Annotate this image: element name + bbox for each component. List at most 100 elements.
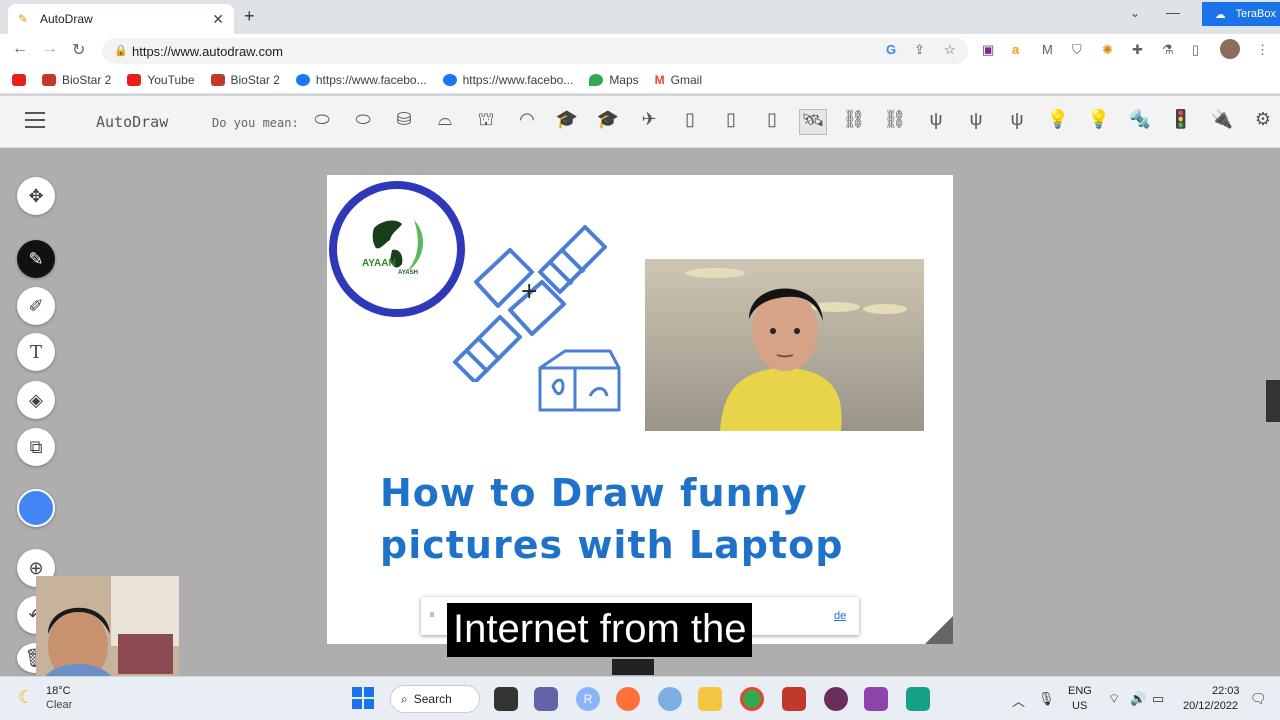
extensions-puzzle-icon[interactable]: ✚	[1132, 42, 1143, 58]
google-translate-icon[interactable]: G	[886, 42, 896, 57]
suggestion-item-icon[interactable]: ⬭	[349, 109, 377, 135]
bookmark-biostar-2[interactable]: BioStar 2	[210, 73, 280, 87]
bottom-handle[interactable]	[612, 659, 654, 675]
chrome-icon[interactable]	[740, 687, 764, 711]
bookmark-facebook-1[interactable]: https://www.facebo...	[295, 73, 427, 87]
extension-m-icon[interactable]: M	[1042, 42, 1053, 57]
text-tool-button[interactable]: T	[17, 333, 55, 371]
suggestion-item-icon[interactable]: 🚦	[1167, 109, 1195, 135]
fill-tool-button[interactable]: ◈	[17, 381, 55, 419]
taskbar-search[interactable]: ⌕ Search	[390, 685, 480, 713]
clock-time[interactable]: 22:03	[1212, 685, 1240, 697]
extension-gear-icon[interactable]: ✺	[1102, 42, 1113, 58]
shape-tool-button[interactable]: ⧉	[17, 428, 55, 466]
suggestion-item-icon[interactable]: ◠	[513, 109, 541, 135]
file-explorer-icon[interactable]	[698, 687, 722, 711]
move-tool-button[interactable]: ✥	[17, 177, 55, 215]
minimize-icon[interactable]: —	[1166, 4, 1180, 20]
chrome-menu-icon[interactable]: ⋮	[1256, 42, 1269, 58]
hamburger-menu-icon[interactable]	[25, 112, 45, 133]
language-code[interactable]: ENG	[1068, 685, 1092, 697]
weather-temperature[interactable]: 18°C	[46, 685, 71, 697]
suggestion-item-icon[interactable]: ⛁	[390, 109, 418, 135]
terabox-label: TeraBox	[1235, 8, 1276, 20]
search-icon: ⌕	[401, 691, 408, 706]
suggestion-item-icon[interactable]: ✈	[635, 109, 663, 135]
address-bar[interactable]: https://www.autodraw.com	[102, 38, 968, 64]
teams-icon[interactable]	[534, 687, 558, 711]
extension-1-icon[interactable]: ▣	[982, 42, 994, 58]
back-icon[interactable]: ←	[12, 40, 28, 58]
tray-chevron-up-icon[interactable]: ︿	[1012, 691, 1025, 710]
bookmark-youtube-icon-only[interactable]	[12, 73, 26, 86]
suggestion-item-icon[interactable]: ⛓	[840, 109, 868, 135]
notification-link[interactable]: de	[834, 610, 846, 622]
box-house-drawing[interactable]	[535, 346, 625, 416]
child-photo[interactable]	[645, 259, 924, 431]
amazon-extension-icon[interactable]: a	[1012, 42, 1019, 57]
suggestion-item-icon[interactable]: ▯	[717, 109, 745, 135]
drag-handle-icon[interactable]: ⏸	[429, 607, 435, 622]
suggestion-item-icon[interactable]: ⚙	[1249, 109, 1277, 135]
new-tab-icon[interactable]: +	[244, 6, 255, 27]
moon-weather-icon[interactable]: ☾	[18, 687, 34, 708]
canvas-headline-text[interactable]: How to Draw funny pictures with Laptop	[380, 467, 940, 571]
task-view-icon[interactable]	[494, 687, 518, 711]
weather-description[interactable]: Clear	[46, 699, 72, 711]
suggestion-item-icon[interactable]: ⌓	[431, 109, 459, 135]
bookmark-star-icon[interactable]: ☆	[944, 42, 956, 58]
firefox-icon[interactable]	[616, 687, 640, 711]
video-editor-icon[interactable]	[864, 687, 888, 711]
share-icon[interactable]: ⇪	[914, 42, 925, 58]
profile-avatar[interactable]	[1220, 39, 1240, 59]
r-app-icon[interactable]: R	[576, 687, 600, 711]
suggestion-item-icon[interactable]: 🔩	[1126, 109, 1154, 135]
tab-search-chevron-icon[interactable]: ⌄	[1130, 6, 1140, 20]
notifications-icon[interactable]: 🗨	[1250, 691, 1267, 707]
photos-icon[interactable]	[906, 687, 930, 711]
volume-icon[interactable]: 🔊	[1130, 691, 1146, 707]
color-picker-button[interactable]	[17, 489, 55, 527]
bookmark-gmail[interactable]: M Gmail	[655, 73, 702, 87]
suggestion-item-icon[interactable]: 💡	[1085, 109, 1113, 135]
suggestion-item-icon[interactable]: ψ	[922, 109, 950, 135]
suggestion-item-icon[interactable]: 💡	[1044, 109, 1072, 135]
microphone-icon[interactable]: 🎙	[1038, 691, 1055, 707]
start-windows-icon[interactable]	[352, 687, 374, 709]
flask-icon[interactable]: ⚗	[1162, 42, 1174, 58]
suggestion-item-icon[interactable]: 🔌	[1208, 109, 1236, 135]
suggestion-item-icon[interactable]: ψ	[962, 109, 990, 135]
battery-icon[interactable]: ▭	[1152, 691, 1164, 707]
lock-icon[interactable]: 🔒	[114, 44, 128, 57]
side-panel-icon[interactable]: ▯	[1192, 42, 1199, 58]
reload-icon[interactable]: ↻	[72, 40, 85, 60]
suggestion-item-icon[interactable]: 🛰	[799, 109, 827, 135]
close-tab-icon[interactable]: ✕	[212, 11, 224, 28]
bookmark-maps[interactable]: Maps	[589, 73, 639, 87]
flag-app-icon[interactable]	[782, 687, 806, 711]
draw-tool-button[interactable]: ✐	[17, 287, 55, 325]
suggestion-item-icon[interactable]: ⬭	[308, 109, 336, 135]
suggestion-item-icon[interactable]: 🎓	[553, 109, 581, 135]
bookmark-biostar-1[interactable]: BioStar 2	[42, 73, 111, 87]
tab-autodraw[interactable]: ✎ AutoDraw ✕	[8, 4, 234, 34]
scrollbar-thumb[interactable]	[1266, 380, 1280, 422]
bookmark-facebook-2[interactable]: https://www.facebo...	[442, 73, 573, 87]
suggestion-item-icon[interactable]: ψ	[1003, 109, 1031, 135]
suggestion-item-icon[interactable]: ⛫	[472, 109, 500, 135]
terabox-button[interactable]: ☁ TeraBox	[1202, 2, 1280, 26]
suggestion-item-icon[interactable]: ▯	[676, 109, 704, 135]
language-region[interactable]: US	[1072, 700, 1087, 712]
app-globe-icon[interactable]	[658, 687, 682, 711]
autodraw-tool-button[interactable]: ✎	[17, 240, 55, 278]
wifi-icon[interactable]: ⌔	[1108, 691, 1120, 707]
bookmark-youtube[interactable]: YouTube	[127, 73, 195, 87]
canvas-resize-corner[interactable]	[925, 616, 953, 644]
forward-icon[interactable]: →	[42, 40, 58, 58]
shield-icon[interactable]: ⛉	[1072, 42, 1082, 58]
suggestion-item-icon[interactable]: 🎓	[594, 109, 622, 135]
clock-date[interactable]: 20/12/2022	[1183, 700, 1238, 712]
suggestion-item-icon[interactable]: ⛓	[881, 109, 909, 135]
app-circle-icon[interactable]	[824, 687, 848, 711]
suggestion-item-icon[interactable]: ▯	[758, 109, 786, 135]
